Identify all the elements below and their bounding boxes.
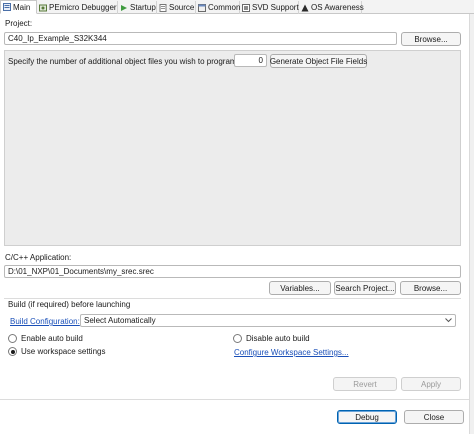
disable-auto-build-option[interactable]: Disable auto build [233,334,310,343]
project-value: C40_Ip_Example_S32K344 [8,34,107,43]
object-files-count-input[interactable]: 0 [234,54,267,67]
build-configuration-value: Select Automatically [84,316,156,325]
use-workspace-settings-radio[interactable] [8,347,17,356]
radio-selected-dot [10,349,15,354]
project-browse-button[interactable]: Browse... [401,32,461,46]
project-field[interactable]: C40_Ip_Example_S32K344 [4,32,397,45]
object-files-label: Specify the number of additional object … [8,57,239,66]
common-icon [198,3,206,12]
tab-main-label: Main [13,2,31,12]
debugger-icon [39,4,47,12]
tab-os-awareness-label: OS Awareness [311,3,364,12]
footer-separator [0,399,469,400]
os-awareness-icon [301,4,309,12]
chevron-down-icon [445,316,452,325]
close-button[interactable]: Close [404,410,464,424]
application-label: C/C++ Application: [5,253,72,262]
build-section-label: Build (if required) before launching [8,300,131,309]
object-files-panel [4,50,461,246]
tab-main[interactable]: Main [0,0,37,14]
tab-common[interactable]: Common [196,1,240,14]
tab-startup-label: Startup [130,3,156,12]
apply-button[interactable]: Apply [401,377,461,391]
tab-pemicro-debugger-label: PEmicro Debugger [49,3,117,12]
variables-button[interactable]: Variables... [269,281,331,295]
startup-icon [120,4,128,12]
enable-auto-build-option[interactable]: Enable auto build [8,334,83,343]
configure-workspace-settings-link[interactable]: Configure Workspace Settings... [234,348,349,357]
use-workspace-settings-label: Use workspace settings [21,347,106,356]
vertical-scrollbar[interactable] [469,14,474,434]
disable-auto-build-radio[interactable] [233,334,242,343]
svd-icon [242,3,250,12]
tab-source[interactable]: Source [157,1,196,14]
enable-auto-build-radio[interactable] [8,334,17,343]
disable-auto-build-label: Disable auto build [246,334,310,343]
tab-common-label: Common [208,3,241,12]
application-browse-button[interactable]: Browse... [400,281,461,295]
use-workspace-settings-option[interactable]: Use workspace settings [8,347,105,356]
source-icon [159,3,167,12]
debug-button[interactable]: Debug [337,410,397,424]
application-value: D:\01_NXP\01_Documents\my_srec.srec [8,267,154,276]
tab-source-label: Source [169,3,195,12]
revert-button[interactable]: Revert [333,377,397,391]
build-configuration-select[interactable]: Select Automatically [80,314,456,327]
tab-startup[interactable]: Startup [118,1,157,14]
build-configuration-link[interactable]: Build Configuration: [10,317,80,326]
tab-svd-support-label: SVD Support [252,3,299,12]
main-tab-icon [3,3,11,11]
project-label: Project: [5,19,33,28]
build-separator [4,298,461,299]
tab-pemicro-debugger[interactable]: PEmicro Debugger [37,1,118,14]
tab-os-awareness[interactable]: OS Awareness [299,1,364,14]
application-field[interactable]: D:\01_NXP\01_Documents\my_srec.srec [4,265,461,278]
object-files-count-value: 0 [258,56,263,65]
enable-auto-build-label: Enable auto build [21,334,83,343]
tab-svd-support[interactable]: SVD Support [240,1,299,14]
generate-object-file-fields-button[interactable]: Generate Object File Fields [270,54,367,68]
search-project-button[interactable]: Search Project... [334,281,396,295]
